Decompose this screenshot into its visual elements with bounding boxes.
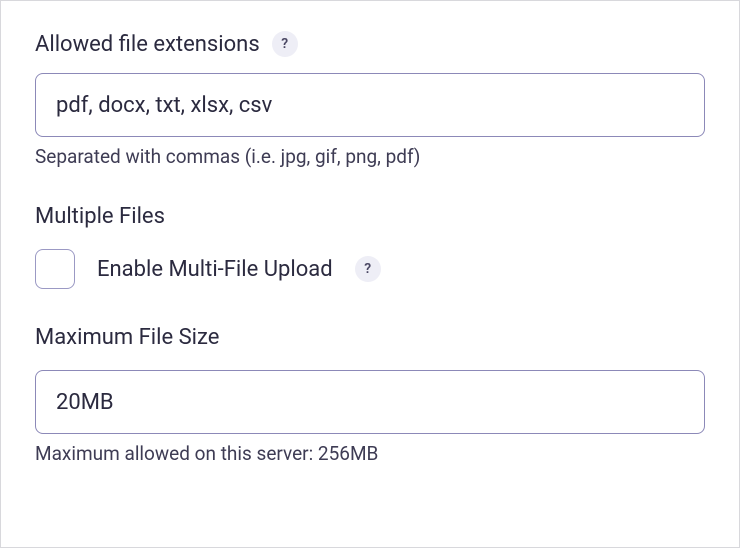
max-file-size-hint: Maximum allowed on this server: 256MB: [35, 442, 705, 465]
multiple-files-heading: Multiple Files: [35, 204, 705, 229]
multi-file-checkbox-label: Enable Multi-File Upload: [97, 257, 333, 282]
allowed-extensions-group: Allowed file extensions ? Separated with…: [35, 31, 705, 168]
allowed-extensions-input[interactable]: [35, 73, 705, 137]
help-icon[interactable]: ?: [355, 256, 381, 282]
max-file-size-group: Maximum File Size Maximum allowed on thi…: [35, 325, 705, 465]
multiple-files-group: Multiple Files Enable Multi-File Upload …: [35, 204, 705, 289]
multi-file-checkbox[interactable]: [35, 249, 75, 289]
allowed-extensions-label: Allowed file extensions: [35, 32, 260, 57]
allowed-extensions-hint: Separated with commas (i.e. jpg, gif, pn…: [35, 145, 705, 168]
help-icon[interactable]: ?: [272, 31, 298, 57]
allowed-extensions-label-row: Allowed file extensions ?: [35, 31, 705, 57]
settings-panel: Allowed file extensions ? Separated with…: [0, 0, 740, 548]
max-file-size-input[interactable]: [35, 370, 705, 434]
max-file-size-heading: Maximum File Size: [35, 325, 705, 350]
multi-file-checkbox-row: Enable Multi-File Upload ?: [35, 249, 705, 289]
